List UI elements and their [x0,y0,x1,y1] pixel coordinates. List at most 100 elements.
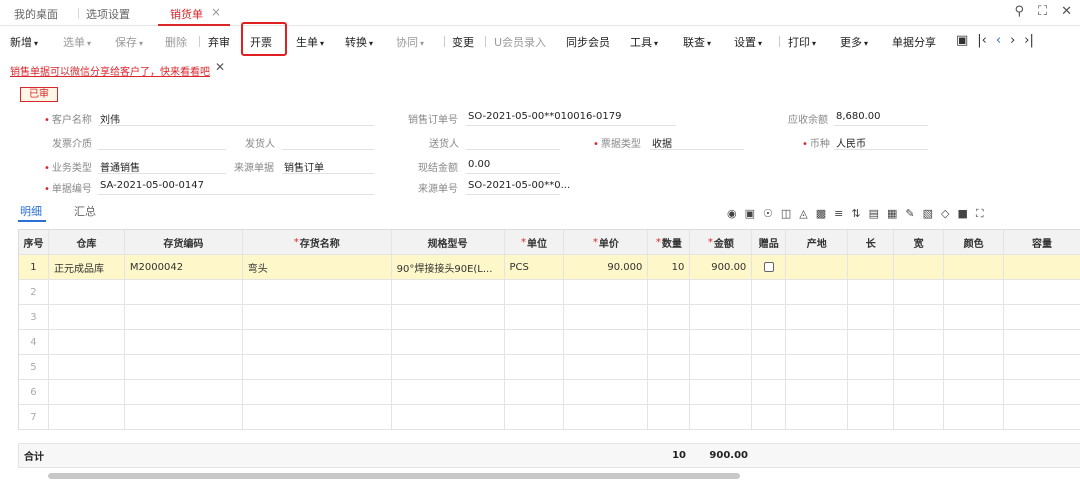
column-header[interactable]: 长 [848,230,895,254]
table-cell[interactable] [243,280,392,304]
scan-icon[interactable]: ▣ [956,33,968,48]
print-icon[interactable]: ■ [958,207,968,221]
table-cell[interactable] [564,330,649,354]
table-cell[interactable] [848,330,895,354]
table-cell[interactable] [944,330,1005,354]
warehouse-cell[interactable]: 正元成品库 [49,255,125,279]
table-cell[interactable] [49,380,125,404]
table-cell[interactable] [564,405,649,429]
table-cell[interactable] [505,280,565,304]
width-cell[interactable] [894,255,945,279]
table-cell[interactable] [49,355,125,379]
table-cell[interactable] [49,405,125,429]
table-cell[interactable] [648,305,691,329]
table-cell[interactable] [894,280,945,304]
capacity-cell[interactable] [1004,255,1080,279]
sync-member-button[interactable]: 同步会员 [566,34,610,50]
member-entry-button[interactable]: U会员录入 [494,34,546,50]
table-cell[interactable] [690,280,753,304]
table-cell[interactable] [752,405,787,429]
column-header[interactable]: 容量 [1004,230,1080,254]
table-cell[interactable] [564,305,649,329]
tab-detail[interactable]: 明细 [20,203,42,219]
table-cell[interactable] [648,380,691,404]
item-code-cell[interactable]: M2000042 [125,255,243,279]
table-cell[interactable] [944,380,1005,404]
scan-icon[interactable]: ▣ [745,207,755,221]
more-button[interactable]: 更多 ▾ [840,34,868,50]
cash-field[interactable]: 0.00 [468,159,490,170]
table-cell[interactable] [894,330,945,354]
table-cell[interactable] [392,330,505,354]
filter-icon[interactable]: ≡ [834,207,843,221]
generate-button[interactable]: 生单 ▾ [296,34,324,50]
tools-button[interactable]: 工具 ▾ [630,34,658,50]
table-cell[interactable] [125,280,243,304]
close-icon[interactable]: ✕ [215,60,225,74]
column-header[interactable]: 赠品 [752,230,787,254]
amount-cell[interactable]: 900.00 [690,255,753,279]
column-header[interactable]: 产地 [786,230,849,254]
qty-cell[interactable]: 10 [648,255,691,279]
table-cell[interactable] [786,355,849,379]
table-cell[interactable] [392,405,505,429]
biz-type-field[interactable]: 普通销售 [100,159,140,174]
select-button[interactable]: 选单 ▾ [63,34,91,50]
table-cell[interactable] [786,330,849,354]
column-header[interactable]: * 单价 [564,230,649,254]
price-cell[interactable]: 90.000 [564,255,649,279]
column-header[interactable]: 序号 [19,230,49,254]
table-cell[interactable] [505,355,565,379]
table-cell[interactable] [49,330,125,354]
save-button[interactable]: 保存 ▾ [115,34,143,50]
convert-button[interactable]: 转换 ▾ [345,34,373,50]
table-cell[interactable] [1004,405,1080,429]
paste-row-icon[interactable]: ◬ [799,207,807,221]
table-row[interactable]: 4 [19,330,1080,355]
receivable-field[interactable]: 8,680.00 [836,111,881,122]
table-cell[interactable] [894,405,945,429]
column-header[interactable]: * 存货名称 [243,230,392,254]
table-cell[interactable] [944,305,1005,329]
color-cell[interactable] [944,255,1005,279]
table-cell[interactable] [752,330,787,354]
column-header[interactable]: * 单位 [505,230,565,254]
table-cell[interactable] [49,280,125,304]
source-doc-field[interactable]: 销售订单 [284,159,324,174]
delete-button[interactable]: 删除 [165,34,187,50]
layout-icon[interactable]: ▧ [923,207,933,221]
table-cell[interactable] [690,305,753,329]
table-cell[interactable] [392,355,505,379]
sales-order-field[interactable]: SO-2021-05-00**010016-0179 [468,111,621,122]
table-cell[interactable] [392,380,505,404]
deliverer-field[interactable] [466,149,560,150]
insert-row-icon[interactable]: ▩ [816,207,826,221]
column-header[interactable]: * 数量 [648,230,691,254]
tab-summary[interactable]: 汇总 [74,203,96,219]
column-header[interactable]: 规格型号 [392,230,505,254]
table-cell[interactable] [243,355,392,379]
table-cell[interactable] [786,380,849,404]
batch-icon[interactable]: ▤ [869,207,879,221]
table-cell[interactable] [505,330,565,354]
table-cell[interactable] [648,355,691,379]
table-cell[interactable] [125,305,243,329]
copy-row-icon[interactable]: ◫ [781,207,791,221]
first-record-icon[interactable]: |‹ [977,33,987,48]
table-row[interactable]: 5 [19,355,1080,380]
table-cell[interactable] [564,380,649,404]
table-row[interactable]: 3 [19,305,1080,330]
table-cell[interactable] [848,405,895,429]
table-cell[interactable] [752,280,787,304]
bill-type-field[interactable]: 收据 [652,135,672,150]
table-row[interactable]: 2 [19,280,1080,305]
column-header[interactable]: 仓库 [49,230,125,254]
gift-checkbox[interactable] [763,262,774,272]
table-cell[interactable] [243,330,392,354]
table-cell[interactable] [125,355,243,379]
fullscreen-icon[interactable]: ⛶ [1038,4,1047,19]
customer-field[interactable]: 刘伟 [100,111,120,126]
table-cell[interactable] [1004,280,1080,304]
table-cell[interactable] [752,355,787,379]
change-button[interactable]: 变更 [452,34,474,50]
